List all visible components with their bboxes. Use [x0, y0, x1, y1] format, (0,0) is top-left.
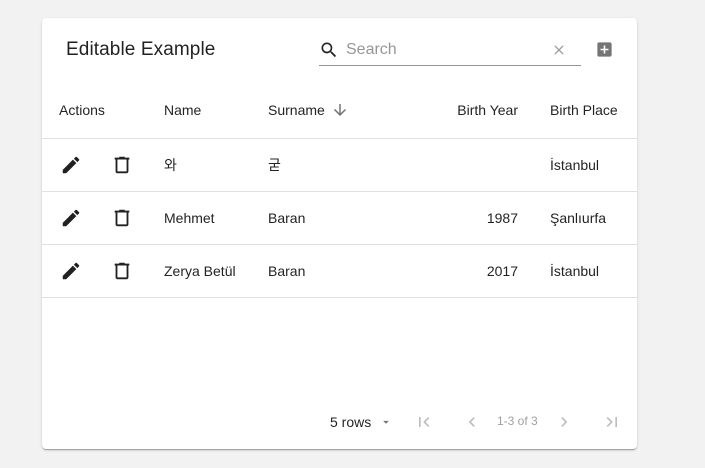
last-page-icon[interactable] [602, 412, 622, 432]
cell-birth-place: İstanbul [518, 244, 637, 298]
column-header-name[interactable]: Name [164, 82, 268, 139]
column-header-actions: Actions [42, 82, 164, 139]
row-actions [42, 138, 164, 192]
row-actions [42, 244, 164, 298]
caret-down-icon [383, 420, 390, 424]
close-icon[interactable] [551, 42, 567, 58]
chevron-right-icon[interactable] [554, 412, 574, 432]
cell-name: Zerya Betül [164, 244, 268, 298]
cell-birth-year: 2017 [386, 244, 518, 298]
rows-per-page-label: 5 rows [330, 414, 372, 430]
data-table: Actions Name Surname Birth Year Birth Pl… [42, 82, 637, 298]
table-title: Editable Example [66, 39, 216, 60]
cell-birth-year [386, 138, 518, 192]
cell-surname: Baran [268, 191, 386, 245]
trash-icon[interactable] [111, 260, 133, 282]
column-header-surname-label: Surname [268, 101, 325, 118]
cell-name: Mehmet [164, 191, 268, 245]
table-row: Zerya Betül Baran 2017 İstanbul [42, 244, 637, 298]
table-row: 와 굳 İstanbul [42, 138, 637, 192]
column-header-surname[interactable]: Surname [268, 82, 386, 139]
trash-icon[interactable] [111, 154, 133, 176]
row-actions [42, 191, 164, 245]
first-page-icon[interactable] [414, 412, 434, 432]
column-header-birth-year[interactable]: Birth Year [386, 82, 518, 139]
cell-birth-year: 1987 [386, 191, 518, 245]
column-header-birth-place[interactable]: Birth Place [518, 82, 637, 139]
cell-name: 와 [164, 138, 268, 192]
cell-birth-place: İstanbul [518, 138, 637, 192]
cell-surname: Baran [268, 244, 386, 298]
pencil-icon[interactable] [60, 154, 82, 176]
rows-per-page-select[interactable]: 5 rows [330, 412, 393, 432]
pagination-info: 1-3 of 3 [497, 414, 538, 428]
pencil-icon[interactable] [60, 207, 82, 229]
add-box-icon[interactable] [595, 40, 614, 59]
arrow-down-icon[interactable] [331, 101, 349, 119]
table-header-row: Actions Name Surname Birth Year Birth Pl… [42, 82, 637, 139]
table-row: Mehmet Baran 1987 Şanlıurfa [42, 191, 637, 245]
cell-surname: 굳 [268, 138, 386, 192]
search-field[interactable] [319, 38, 581, 66]
search-icon [321, 42, 337, 58]
table-toolbar: Editable Example [42, 18, 637, 82]
trash-icon[interactable] [111, 207, 133, 229]
pencil-icon[interactable] [60, 260, 82, 282]
table-pagination: 5 rows 1-3 of 3 [42, 402, 637, 442]
chevron-left-icon[interactable] [462, 412, 482, 432]
cell-birth-place: Şanlıurfa [518, 191, 637, 245]
table-card: Editable Example Actions Name Surname [42, 18, 637, 449]
search-input[interactable] [346, 38, 546, 62]
